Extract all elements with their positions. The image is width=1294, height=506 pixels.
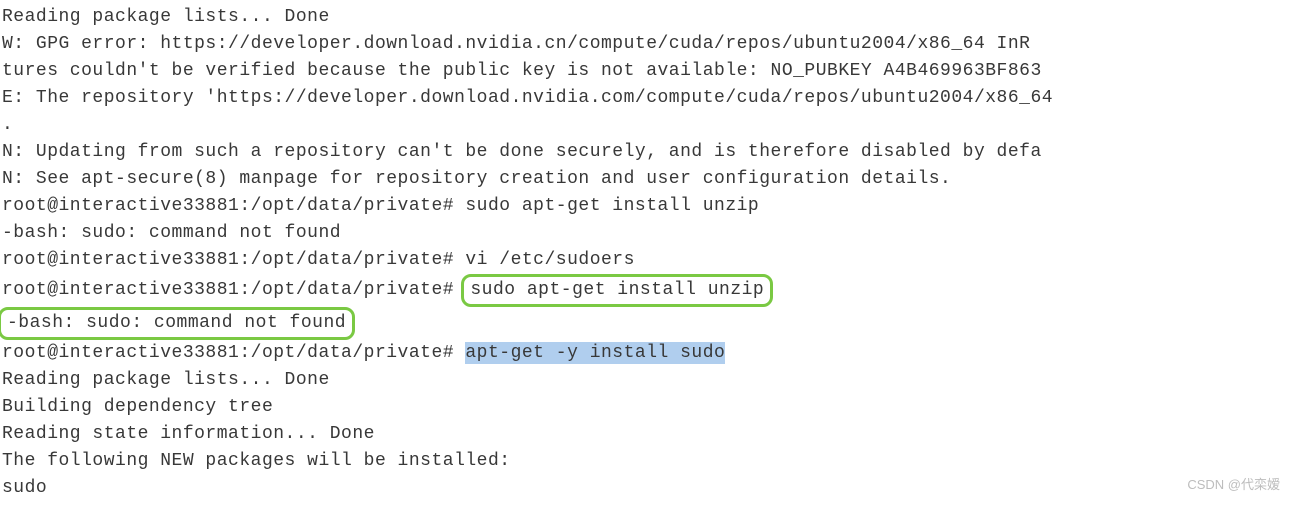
terminal-line: root@interactive33881:/opt/data/private#… [2, 193, 1292, 220]
terminal-line: sudo [2, 475, 1292, 502]
terminal-line: W: GPG error: https://developer.download… [2, 31, 1292, 58]
terminal-line: -bash: sudo: command not found [2, 307, 1292, 340]
output-text: Reading state information... Done [2, 424, 375, 444]
terminal-line: root@interactive33881:/opt/data/private#… [2, 274, 1292, 307]
highlighted-error: -bash: sudo: command not found [0, 307, 355, 340]
output-text: Building dependency tree [2, 397, 273, 417]
terminal-line: -bash: sudo: command not found [2, 220, 1292, 247]
output-text: W: GPG error: https://developer.download… [2, 34, 1030, 54]
output-text: sudo [2, 478, 47, 498]
command-text: apt-get -y install sudo [465, 343, 725, 363]
command-text: vi /etc/sudoers [465, 250, 635, 270]
output-text: E: The repository 'https://developer.dow… [2, 88, 1053, 108]
terminal-line: Reading state information... Done [2, 421, 1292, 448]
watermark-text: CSDN @代栾嫒 [1187, 475, 1280, 495]
highlighted-command: sudo apt-get install unzip [461, 274, 773, 307]
selected-command: apt-get -y install sudo [465, 342, 725, 364]
prompt-text: root@interactive33881:/opt/data/private# [2, 280, 465, 300]
terminal-line: root@interactive33881:/opt/data/private#… [2, 247, 1292, 274]
terminal-line: Building dependency tree [2, 394, 1292, 421]
terminal-line: E: The repository 'https://developer.dow… [2, 85, 1292, 112]
terminal-line: Reading package lists... Done [2, 367, 1292, 394]
output-text: N: Updating from such a repository can't… [2, 142, 1042, 162]
output-text: Reading package lists... Done [2, 7, 330, 27]
output-text: The following NEW packages will be insta… [2, 451, 511, 471]
terminal-line: root@interactive33881:/opt/data/private#… [2, 340, 1292, 367]
output-text: N: See apt-secure(8) manpage for reposit… [2, 169, 951, 189]
command-text: sudo apt-get install unzip [465, 196, 759, 216]
terminal-line: tures couldn't be verified because the p… [2, 58, 1292, 85]
output-text: -bash: sudo: command not found [7, 313, 346, 333]
terminal-line: N: Updating from such a repository can't… [2, 139, 1292, 166]
output-text: . [2, 115, 13, 135]
output-text: Reading package lists... Done [2, 370, 330, 390]
terminal-line: . [2, 112, 1292, 139]
terminal-line: The following NEW packages will be insta… [2, 448, 1292, 475]
prompt-text: root@interactive33881:/opt/data/private# [2, 196, 465, 216]
output-text: -bash: sudo: command not found [2, 223, 341, 243]
output-text: tures couldn't be verified because the p… [2, 61, 1042, 81]
terminal-line: Reading package lists... Done [2, 4, 1292, 31]
prompt-text: root@interactive33881:/opt/data/private# [2, 250, 465, 270]
terminal-line: N: See apt-secure(8) manpage for reposit… [2, 166, 1292, 193]
command-text: sudo apt-get install unzip [470, 280, 764, 300]
prompt-text: root@interactive33881:/opt/data/private# [2, 343, 465, 363]
